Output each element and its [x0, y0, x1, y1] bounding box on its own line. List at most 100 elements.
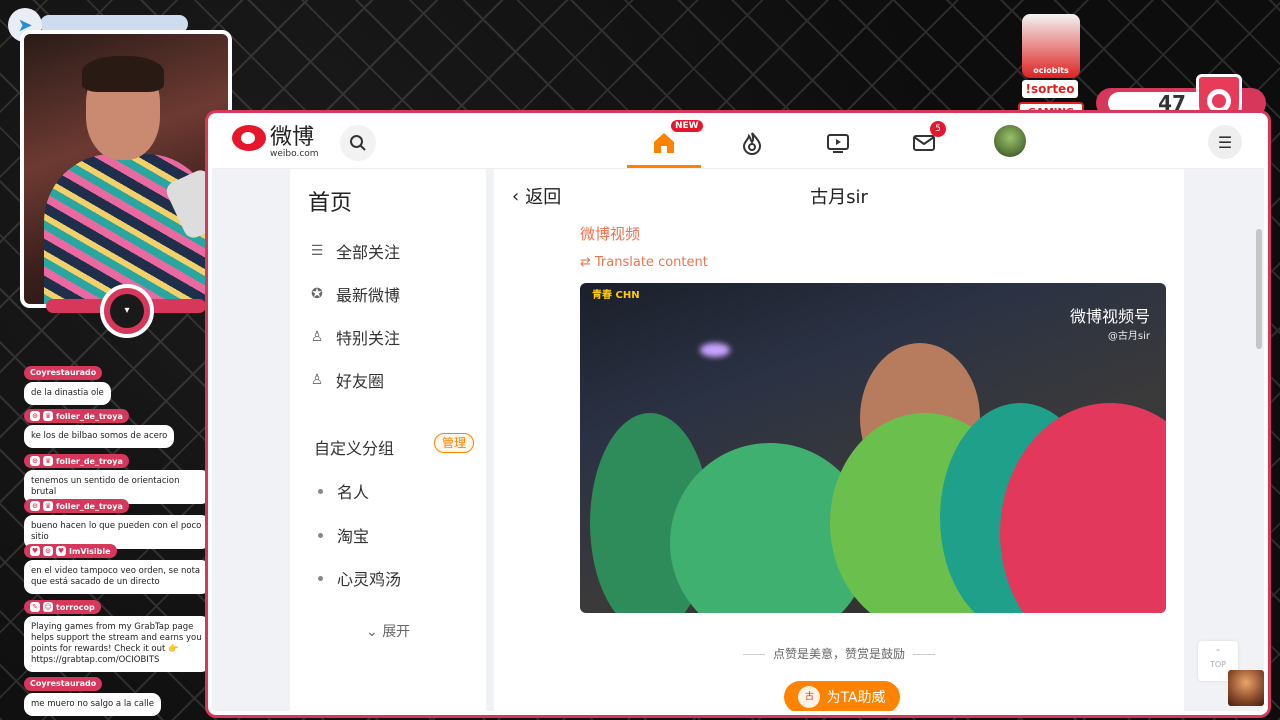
broadcaster-logo: 青春 CHN [592, 290, 640, 301]
group-item[interactable]: 名人 [318, 479, 369, 503]
group-item[interactable]: 淘宝 [318, 523, 369, 547]
chevron-down-icon: ▾ [110, 294, 144, 328]
viewer-avatar [1228, 670, 1264, 706]
sidebar-item-label: 好友圈 [336, 372, 385, 391]
chat-message: Coyrestaurado me muero no salgo a la cal… [24, 671, 161, 716]
video-watermark: 微博视频号 @古月sir [1069, 307, 1150, 342]
translate-label: Translate content [594, 255, 708, 270]
home-underline [627, 165, 701, 168]
hot-nav-button[interactable] [734, 127, 770, 159]
support-button[interactable]: 古为TA助威 [784, 681, 900, 711]
chevron-up-icon: ⌃ [1214, 648, 1222, 657]
chevron-left-icon: ‹ [512, 185, 520, 207]
sidebar-item-latest[interactable]: ✪ 最新微博 [308, 282, 400, 306]
sidebar-item-label: 特别关注 [336, 329, 401, 348]
video-nav-button[interactable] [820, 127, 856, 159]
group-item[interactable]: 心灵鸡汤 [318, 566, 401, 590]
giveaway-command: !sorteo [1022, 80, 1078, 98]
chat-username: ⊙ ♛ foller_de_troya [24, 409, 129, 423]
badge-icon: ⊙ [30, 456, 40, 466]
star-circle-icon: ✪ [311, 286, 323, 302]
chat-message: Coyrestaurado de la dinastia ole [24, 360, 111, 405]
custom-groups-title: 自定义分组 [314, 439, 395, 458]
chat-username: Coyrestaurado [24, 676, 103, 691]
chat-text: ke los de bilbao somos de acero [24, 425, 175, 448]
heart-icon: ♥ [56, 546, 66, 556]
badge-icon: ✎ [30, 602, 40, 612]
giveaway-box: ociobits [1022, 14, 1080, 78]
webcam-feed [20, 30, 232, 308]
badge-icon: ☺ [43, 602, 53, 612]
left-sidebar: 首页 ☰ 全部关注 ✪ 最新微博 ♙ 特别关注 ♙ 好友圈 自定义分组 管理 名人 淘宝… [290, 169, 486, 711]
expand-label: 展开 [382, 624, 411, 640]
chat-username: ✎ ☺ torrocop [24, 600, 101, 614]
heart-icon: ♥ [30, 546, 40, 556]
message-count-badge: 5 [930, 121, 946, 137]
translate-icon: ⇄ [580, 255, 591, 270]
post-detail: 古月sir ‹ 返回 微博视频 ⇄ Translate content 青春 CHN… [494, 169, 1184, 711]
chat-text: en el video tampoco veo orden, se nota q… [24, 560, 210, 594]
translate-button[interactable]: ⇄ Translate content [580, 255, 708, 270]
search-button[interactable] [340, 125, 376, 161]
source-link[interactable]: 微博视频 [580, 223, 640, 244]
back-button[interactable]: ‹ 返回 [512, 183, 561, 209]
bullet [318, 488, 323, 494]
badge-icon: ♛ [43, 501, 53, 511]
reward-hint: 点赞是美意，赞赏是鼓励 [494, 645, 1184, 662]
user-star-icon: ♙ [310, 329, 324, 345]
sidebar-item-friends[interactable]: ♙ 好友圈 [308, 368, 384, 392]
badge-icon: ♛ [43, 456, 53, 466]
chevron-down-icon: ⌄ [366, 624, 378, 640]
weibo-logo[interactable]: 微博 weibo.com [232, 125, 319, 159]
sidebar-title: 首页 [308, 191, 353, 216]
weibo-eye-icon [232, 125, 266, 151]
badge-icon: ⊙ [30, 411, 40, 421]
chat-text: Playing games from my GrabTap page helps… [24, 616, 210, 672]
author-avatar: 古 [798, 686, 821, 708]
light-glow [700, 343, 730, 357]
manage-groups-button[interactable]: 管理 [434, 433, 475, 453]
user-icon: ♙ [310, 372, 324, 388]
stream-overlay: ➤ ▾ Coyrestaurado de la dinastia ole ⊙ ♛ f… [0, 0, 1280, 720]
badge-icon: ⊙ [30, 501, 40, 511]
weibo-window: 微博 weibo.com NEW 5 ☰ 首页 ☰ 全部关注 ✪ 最新微博 ♙ … [208, 113, 1268, 715]
video-icon [827, 134, 849, 153]
list-icon: ☰ [310, 243, 324, 259]
badge-icon: ♛ [43, 411, 53, 421]
chat-username: ⊙ ♛ foller_de_troya [24, 499, 129, 513]
page-title: 古月sir [810, 187, 868, 208]
scrollbar[interactable] [1256, 229, 1262, 349]
back-label: 返回 [525, 187, 562, 208]
streamer-hair [82, 56, 164, 92]
home-icon [654, 133, 674, 153]
logo-domain: weibo.com [270, 149, 319, 159]
new-badge: NEW [671, 120, 703, 132]
sidebar-item-label: 全部关注 [336, 243, 401, 262]
hamburger-icon: ☰ [1217, 132, 1233, 152]
chat-text: de la dinastia ole [24, 381, 111, 405]
user-avatar[interactable] [994, 125, 1026, 157]
flame-icon [742, 132, 762, 155]
search-icon [350, 135, 366, 151]
video-player[interactable]: 青春 CHN 微博视频号 @古月sir [580, 283, 1166, 613]
support-label: 为TA助威 [826, 690, 886, 706]
logo-text: 微博 [270, 125, 315, 150]
chat-message: ✎ ☺ torrocop Playing games from my GrabTap… [24, 594, 210, 672]
top-navigation: 微博 weibo.com NEW 5 ☰ [212, 117, 1264, 169]
sidebar-item-special[interactable]: ♙ 特别关注 [308, 325, 400, 349]
chat-text: me muero no salgo a la calle [24, 692, 161, 716]
chat-username: ♥ ⊙ ♥ ImVisible [24, 544, 117, 558]
badge-icon: ⊙ [43, 546, 53, 556]
chat-username: Coyrestaurado [24, 365, 103, 380]
bullet [318, 575, 323, 581]
chat-username: ⊙ ♛ foller_de_troya [24, 454, 129, 468]
chat-message: ⊙ ♛ foller_de_troya ke los de bilbao somos… [24, 403, 175, 448]
expand-groups-button[interactable]: ⌄ 展开 [366, 621, 410, 641]
chat-message: ♥ ⊙ ♥ ImVisible en el video tampoco veo ord… [24, 538, 210, 594]
sidebar-item-label: 最新微博 [336, 286, 401, 305]
sidebar-item-all-following[interactable]: ☰ 全部关注 [308, 239, 400, 263]
menu-button[interactable]: ☰ [1208, 125, 1242, 159]
group-label: 名人 [337, 483, 370, 502]
webcam-knob: ▾ [100, 284, 154, 338]
bullet [318, 532, 323, 538]
